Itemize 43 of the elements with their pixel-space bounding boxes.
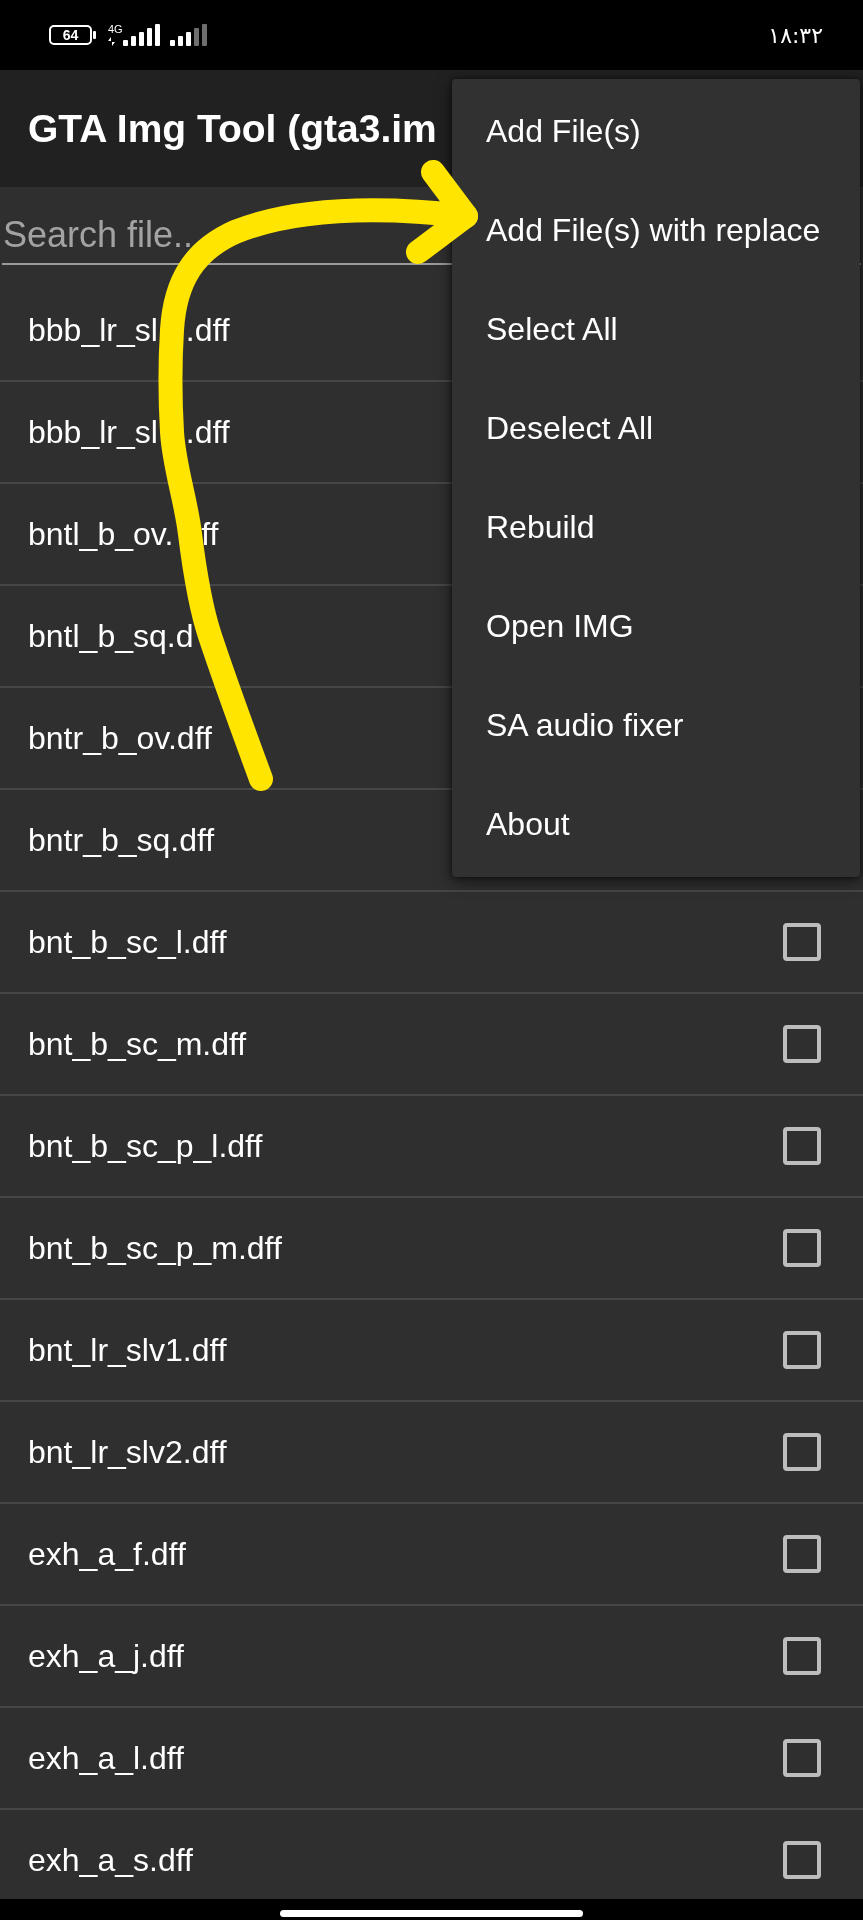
- checkbox[interactable]: [783, 923, 821, 961]
- file-name: bbb_lr_sl: [28, 413, 158, 451]
- menu-item[interactable]: Open IMG: [486, 577, 634, 676]
- file-name: bntr_b_ov.dff: [28, 719, 212, 757]
- file-name: bnt_lr_slv2.dff: [28, 1433, 227, 1471]
- file-name: .dff: [185, 311, 230, 349]
- checkbox[interactable]: [783, 1841, 821, 1879]
- file-name: bntr_b_sq.dff: [28, 821, 215, 859]
- clock-time: ۱۸:۳۲: [768, 22, 823, 48]
- file-name: exh_a_j.dff: [28, 1637, 184, 1675]
- menu-item[interactable]: Deselect All: [486, 379, 654, 478]
- checkbox[interactable]: [783, 1229, 821, 1267]
- checkbox[interactable]: [783, 1535, 821, 1573]
- battery-indicator: 64: [49, 25, 96, 45]
- signal-icon: [169, 24, 207, 46]
- checkbox[interactable]: [783, 1025, 821, 1063]
- file-name: exh_a_s.dff: [28, 1841, 193, 1879]
- signal-icon: [122, 24, 160, 46]
- file-name: exh_a_f.dff: [28, 1535, 186, 1573]
- file-name: bbb_lr_sl: [28, 311, 158, 349]
- file-name: bnt_lr_slv1.dff: [28, 1331, 227, 1369]
- checkbox[interactable]: [783, 1739, 821, 1777]
- file-name: bntl_b_sq.d: [28, 617, 194, 655]
- menu-item[interactable]: About: [486, 775, 570, 874]
- file-name: .dff: [185, 413, 230, 451]
- checkbox[interactable]: [783, 1433, 821, 1471]
- checkbox[interactable]: [783, 1331, 821, 1369]
- file-name: bnt_b_sc_p_l.dff: [28, 1127, 263, 1165]
- file-name: bntl_b_ov.: [28, 515, 174, 553]
- file-name: exh_a_l.dff: [28, 1739, 184, 1777]
- menu-item[interactable]: SA audio fixer: [486, 676, 684, 775]
- checkbox[interactable]: [783, 1127, 821, 1165]
- menu-item[interactable]: Add File(s): [486, 82, 641, 181]
- file-name: bnt_b_sc_l.dff: [28, 923, 227, 961]
- file-name: bnt_b_sc_p_m.dff: [28, 1229, 282, 1267]
- data-arrows-icon: [108, 37, 115, 46]
- file-name: bnt_b_sc_m.dff: [28, 1025, 247, 1063]
- app-title: GTA Img Tool (gta3.im: [28, 106, 437, 151]
- menu-item[interactable]: Rebuild: [486, 478, 595, 577]
- file-name: ff: [201, 515, 219, 553]
- checkbox[interactable]: [783, 1637, 821, 1675]
- network-type: 4G: [108, 24, 123, 35]
- menu-item[interactable]: Select All: [486, 280, 618, 379]
